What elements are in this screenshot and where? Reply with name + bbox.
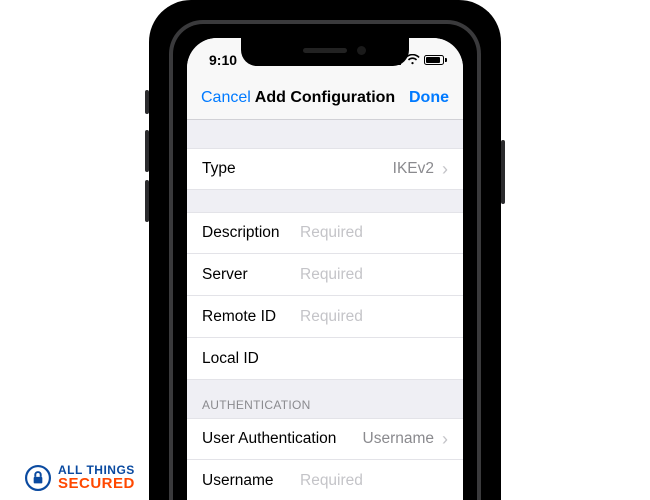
phone-frame-outer: 9:10 Cancel bbox=[149, 0, 501, 500]
phone-screen: 9:10 Cancel bbox=[187, 38, 463, 500]
group-gap bbox=[187, 190, 463, 212]
settings-list: Type IKEv2 › Description Required Server… bbox=[187, 120, 463, 500]
server-row[interactable]: Server Required bbox=[187, 254, 463, 296]
front-camera bbox=[357, 46, 366, 55]
done-button[interactable]: Done bbox=[409, 89, 449, 107]
server-label: Server bbox=[202, 266, 300, 284]
description-input[interactable]: Required bbox=[300, 224, 448, 242]
local-id-row[interactable]: Local ID bbox=[187, 338, 463, 380]
user-auth-label: User Authentication bbox=[202, 430, 336, 448]
username-row[interactable]: Username Required bbox=[187, 460, 463, 500]
auth-section-header: AUTHENTICATION bbox=[187, 380, 463, 418]
phone-frame-inner: 9:10 Cancel bbox=[169, 20, 481, 500]
remote-id-input[interactable]: Required bbox=[300, 308, 448, 326]
nav-bar: Cancel Add Configuration Done bbox=[187, 76, 463, 120]
lock-icon bbox=[24, 464, 52, 492]
username-input[interactable]: Required bbox=[300, 472, 448, 490]
power-button bbox=[501, 140, 505, 204]
battery-icon bbox=[424, 55, 447, 65]
brand-line-2: SECURED bbox=[58, 477, 135, 491]
remote-id-label: Remote ID bbox=[202, 308, 300, 326]
chevron-right-icon: › bbox=[442, 160, 448, 178]
group-gap bbox=[187, 120, 463, 148]
brand-text: ALL THINGS SECURED bbox=[58, 465, 135, 491]
chevron-right-icon: › bbox=[442, 430, 448, 448]
username-label: Username bbox=[202, 472, 300, 490]
brand-logo: ALL THINGS SECURED bbox=[24, 464, 135, 492]
speaker-grille bbox=[303, 48, 347, 53]
type-label: Type bbox=[202, 160, 236, 178]
status-time: 9:10 bbox=[209, 46, 237, 68]
type-value: IKEv2 bbox=[393, 160, 438, 178]
remote-id-row[interactable]: Remote ID Required bbox=[187, 296, 463, 338]
user-auth-row[interactable]: User Authentication Username › bbox=[187, 418, 463, 460]
server-input[interactable]: Required bbox=[300, 266, 448, 284]
iphone-mockup: 9:10 Cancel bbox=[149, 0, 501, 500]
cancel-button[interactable]: Cancel bbox=[201, 89, 251, 107]
type-row[interactable]: Type IKEv2 › bbox=[187, 148, 463, 190]
phone-notch bbox=[241, 38, 409, 66]
description-row[interactable]: Description Required bbox=[187, 212, 463, 254]
user-auth-value: Username bbox=[363, 430, 439, 448]
local-id-label: Local ID bbox=[202, 350, 300, 368]
description-label: Description bbox=[202, 224, 300, 242]
